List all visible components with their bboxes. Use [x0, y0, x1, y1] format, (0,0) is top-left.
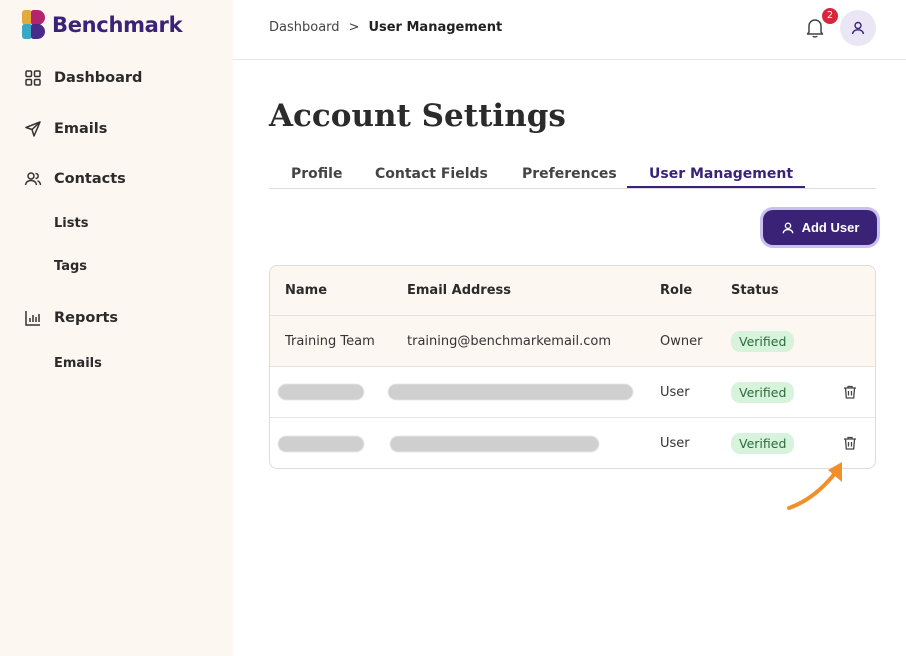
- redacted-name: [278, 418, 364, 468]
- sidebar-item-label: Dashboard: [54, 70, 143, 86]
- add-user-label: Add User: [801, 220, 860, 235]
- breadcrumb-dashboard[interactable]: Dashboard: [269, 20, 340, 35]
- sidebar-item-label: Contacts: [54, 171, 126, 187]
- user-icon: [782, 222, 794, 233]
- status-cell: Verified: [731, 418, 795, 468]
- tab-user-management[interactable]: User Management: [649, 166, 793, 182]
- table-header: Name Email Address Role Status: [270, 266, 875, 316]
- user-name: Training Team: [285, 333, 375, 349]
- sidebar: Benchmark Dashboard Emails Contacts List…: [0, 0, 233, 656]
- column-header-name: Name: [285, 283, 328, 298]
- tab-contact-fields[interactable]: Contact Fields: [375, 166, 488, 182]
- user-role: Owner: [660, 333, 703, 349]
- column-header-email: Email Address: [407, 283, 512, 298]
- user-role: User: [660, 384, 690, 400]
- avatar[interactable]: [840, 10, 876, 46]
- send-icon: [25, 121, 41, 137]
- sidebar-item-contacts[interactable]: Contacts: [24, 168, 126, 190]
- settings-tabs: Profile Contact Fields Preferences User …: [269, 162, 876, 189]
- breadcrumb-current: User Management: [368, 20, 503, 35]
- breadcrumb: Dashboard > User Management: [269, 20, 502, 35]
- page-title: Account Settings: [269, 98, 566, 134]
- trash-icon[interactable]: [842, 435, 858, 451]
- user-email: training@benchmarkemail.com: [407, 333, 612, 349]
- sidebar-subitem-report-emails[interactable]: Emails: [54, 356, 102, 371]
- table-row[interactable]: Training Team training@benchmarkemail.co…: [270, 316, 875, 367]
- sidebar-subitem-lists[interactable]: Lists: [54, 216, 88, 231]
- column-header-role: Role: [660, 283, 693, 298]
- bar-chart-icon: [25, 311, 40, 326]
- pointer-arrow-icon: [787, 462, 842, 510]
- redacted-name: [278, 367, 364, 417]
- status-cell: Verified: [731, 367, 795, 417]
- sidebar-item-label: Emails: [54, 121, 108, 137]
- brand-logo[interactable]: Benchmark: [22, 10, 183, 39]
- status-cell: Verified: [731, 316, 795, 366]
- breadcrumb-separator: >: [348, 20, 360, 35]
- redacted-email: [390, 418, 599, 468]
- brand-name: Benchmark: [52, 12, 183, 37]
- status-badge: Verified: [731, 433, 795, 454]
- benchmark-logo-icon: [22, 10, 46, 39]
- tab-profile[interactable]: Profile: [291, 166, 342, 182]
- notification-badge: 2: [822, 8, 838, 24]
- sidebar-item-reports[interactable]: Reports: [24, 307, 118, 329]
- sidebar-item-dashboard[interactable]: Dashboard: [24, 67, 142, 89]
- active-tab-indicator: [627, 186, 805, 188]
- sidebar-item-label: Reports: [54, 310, 119, 326]
- user-role: User: [660, 436, 690, 451]
- table-row[interactable]: User Verified: [270, 367, 875, 418]
- user-icon: [851, 21, 865, 35]
- column-header-status: Status: [731, 283, 779, 298]
- bell-icon[interactable]: [805, 17, 825, 39]
- sidebar-subitem-tags[interactable]: Tags: [54, 259, 87, 274]
- sidebar-item-emails[interactable]: Emails: [24, 118, 107, 140]
- users-icon: [24, 172, 42, 186]
- tab-preferences[interactable]: Preferences: [522, 166, 617, 182]
- table-row[interactable]: User Verified: [270, 418, 875, 468]
- grid-icon: [25, 70, 41, 86]
- status-badge: Verified: [731, 381, 795, 403]
- users-table: Name Email Address Role Status Training …: [269, 265, 876, 469]
- add-user-button[interactable]: Add User: [763, 210, 877, 245]
- trash-icon[interactable]: [842, 384, 858, 400]
- redacted-email: [388, 367, 633, 417]
- status-badge: Verified: [731, 330, 795, 352]
- top-bar: Dashboard > User Management 2: [233, 0, 906, 60]
